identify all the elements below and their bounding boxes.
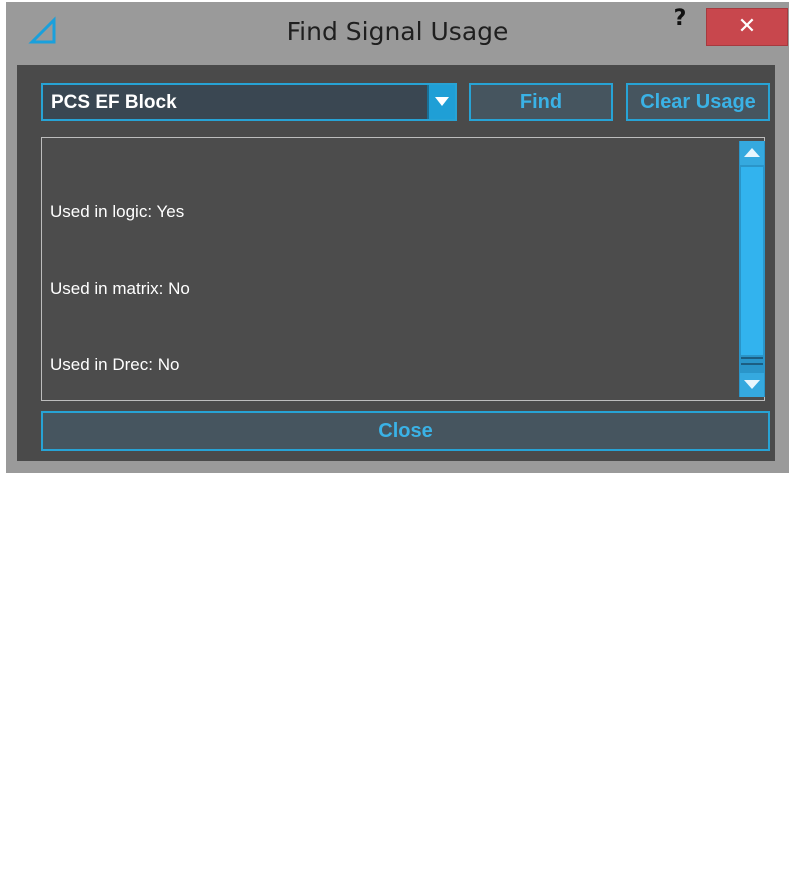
signal-select-value: PCS EF Block — [51, 92, 177, 113]
close-button[interactable]: Close — [41, 411, 770, 451]
output-line: Used in matrix: No — [50, 278, 190, 298]
chevron-down-icon — [435, 97, 449, 106]
scroll-track-divider — [741, 357, 763, 359]
window-close-button[interactable]: ✕ — [706, 8, 788, 46]
output-line: I0> BLOCK — [50, 814, 151, 833]
vertical-scrollbar[interactable] — [739, 141, 765, 397]
output-line: I0dir> BLOCK — [50, 737, 170, 757]
help-button[interactable]: ? — [660, 6, 700, 36]
title-bar[interactable]: Find Signal Usage ? ✕ — [6, 2, 789, 60]
output-line: Used in logic: Yes — [50, 202, 185, 221]
usage-output-text: Used in logic: Yes Used in matrix: No Us… — [50, 148, 233, 888]
scroll-up-button[interactable] — [740, 141, 764, 165]
scroll-track-divider — [741, 363, 763, 365]
signal-select-dropdown-button[interactable] — [427, 85, 455, 119]
scroll-thumb[interactable] — [741, 167, 763, 355]
dialog-body: PCS EF Block Find Clear Usage Used in lo… — [17, 65, 775, 833]
output-line: Used in Drec: No — [50, 355, 180, 374]
signal-select[interactable]: PCS EF Block — [41, 83, 457, 121]
output-line: Used in following inputs: — [50, 508, 234, 527]
output-line: I0dir>> BLOCK — [50, 661, 180, 680]
output-line: I0Int> BLOCK — [50, 584, 170, 604]
usage-output-box[interactable]: Used in logic: Yes Used in matrix: No Us… — [41, 137, 765, 833]
scroll-down-button[interactable] — [740, 373, 764, 397]
chevron-down-icon — [744, 380, 760, 389]
chevron-up-icon — [744, 148, 760, 157]
find-signal-usage-dialog: Find Signal Usage ? ✕ PCS EF Block Find … — [6, 2, 789, 833]
clear-usage-button[interactable]: Clear Usage — [626, 83, 770, 121]
find-button[interactable]: Find — [469, 83, 613, 121]
